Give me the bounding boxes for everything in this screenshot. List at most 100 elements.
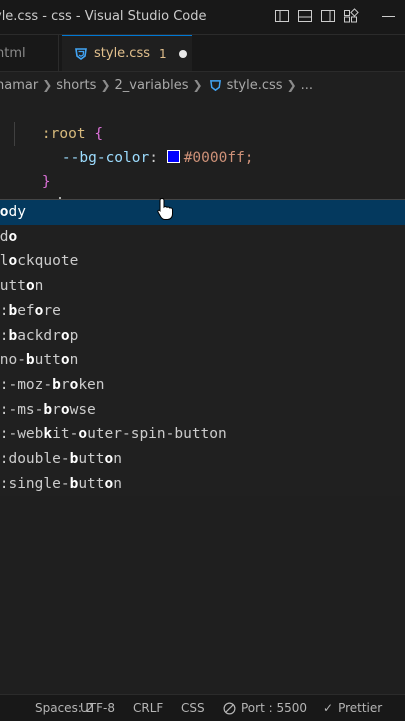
code-line: :root { [0,98,103,142]
chevron-right-icon: ❯ [100,78,111,92]
suggestion-item[interactable]: ::-moz-broken [0,373,405,398]
suggestion-item[interactable]: blockquote [0,249,405,274]
suggestion-text: r [52,401,61,418]
breadcrumb-item[interactable]: 2_variables [115,78,189,93]
css-file-icon [75,47,87,60]
status-bar: Spaces: 2 UTF-8 CRLF CSS Port : 5500 ✓ P… [0,694,405,721]
suggestion-text: ::-ms- [0,401,44,418]
property-token: --bg-color [61,150,150,166]
suggestion-label: ::single-button [0,472,122,497]
toggle-primary-sidebar-icon[interactable] [274,8,290,24]
suggestion-label: ::backdrop [0,324,78,349]
match-highlight: o [8,253,18,270]
suggestion-label: ::-ms-browse [0,398,96,423]
match-highlight: o [8,228,18,245]
suggestion-item[interactable]: bdo [0,225,405,250]
breadcrumb-item[interactable]: style.css [227,78,283,93]
suggestion-item[interactable]: button [0,274,405,299]
match-highlight: o [25,278,35,295]
match-highlight: o [78,426,88,443]
suggestion-item[interactable]: ::before [0,299,405,324]
suggestion-text: :no- [0,352,26,369]
live-server-status[interactable]: Port : 5500 [223,701,307,715]
unsaved-dot-icon[interactable] [178,49,187,58]
suggestion-text: wse [69,401,96,418]
match-highlight: b [69,475,79,492]
match-highlight: o [60,352,70,369]
suggestion-item[interactable]: body [0,200,405,225]
suggestion-text: ackdr [17,327,61,344]
suggestion-text: utt [0,278,26,295]
breadcrumb-item[interactable]: shorts [56,78,96,93]
suggestion-label: :no-button [0,348,78,373]
breadcrumb: namar ❯ shorts ❯ 2_variables ❯ style.css… [0,72,405,98]
suggestion-text: ckquote [17,253,79,270]
hand-pointer-icon [157,197,173,220]
colon-token: : [149,150,158,166]
match-highlight: b [52,376,61,393]
toggle-panel-icon[interactable] [297,8,313,24]
double-check-icon: ✓ [323,701,334,715]
suggestion-text: ::double- [0,451,70,467]
encoding-status[interactable]: UTF-8 [80,701,115,715]
editor-tab-bar: html style.css 1 [0,35,405,72]
chevron-right-icon: ❯ [192,78,203,92]
suggestion-label: ::double-button [0,447,122,472]
no-entry-icon [223,702,236,714]
minimize-button[interactable] [382,16,395,17]
eol-status[interactable]: CRLF [133,701,163,715]
layout-controls [274,8,359,24]
match-highlight: b [8,302,18,319]
match-highlight: k [43,426,53,443]
suggestion-text: utt [78,451,105,467]
css-file-icon [209,79,221,91]
suggestion-text: n [113,475,122,492]
code-line: --bg-color: #0000ff; [0,122,254,166]
breadcrumb-item[interactable]: ... [301,78,313,93]
suggestion-text: p [69,327,79,344]
suggestion-text: it- [52,426,79,443]
suggestion-label: blockquote [0,249,78,274]
code-line: } [0,146,51,190]
match-highlight: b [43,401,53,418]
suggestion-text: ef [17,302,35,319]
tab-style-css-label: style.css [94,46,150,61]
suggestion-item[interactable]: ::backdrop [0,324,405,349]
toggle-secondary-sidebar-icon[interactable] [320,8,336,24]
suggestion-text: utt [34,352,61,369]
suggestion-item[interactable]: ::-ms-browse [0,398,405,423]
code-line: bo [0,171,62,215]
tab-html[interactable]: html [0,35,59,71]
tab-html-label: html [0,45,26,61]
window-title: yle.css - css - Visual Studio Code [0,9,207,24]
suggestion-label: button [0,274,43,299]
suggestion-item[interactable]: ::double-button [0,447,405,472]
suggestion-item[interactable]: :no-button [0,348,405,373]
suggestion-text: uter-spin-button [87,426,227,443]
suggestion-text: r [60,376,70,393]
suggestion-label: body [0,200,26,225]
customize-layout-icon[interactable] [343,8,359,24]
match-highlight: b [25,352,35,369]
suggestion-item[interactable]: ::single-button [0,472,405,497]
color-swatch[interactable] [166,150,180,163]
problem-count-badge: 1 [159,46,167,61]
suggestion-label: ::-moz-broken [0,373,105,398]
tab-style-css[interactable]: style.css 1 [62,35,192,71]
suggestion-label: bdo [0,225,17,250]
title-bar: yle.css - css - Visual Studio Code [0,0,405,35]
port-label: Port : 5500 [241,701,307,715]
chevron-right-icon: ❯ [42,78,53,92]
suggestion-list: bodybdoblockquotebutton::before::backdro… [0,199,405,496]
suggestion-text: utt [78,475,105,492]
match-highlight: b [69,451,79,467]
suggestion-label: ::-webkit-outer-spin-button [0,422,227,447]
suggestion-text: re [43,302,61,319]
suggestion-text: n [34,278,44,295]
language-status[interactable]: CSS [181,701,205,715]
prettier-status[interactable]: ✓ Prettier [323,701,382,715]
match-highlight: o [60,401,70,418]
suggestion-item[interactable]: ::-webkit-outer-spin-button [0,422,405,447]
match-highlight: o [104,451,114,467]
breadcrumb-item[interactable]: namar [0,78,38,93]
